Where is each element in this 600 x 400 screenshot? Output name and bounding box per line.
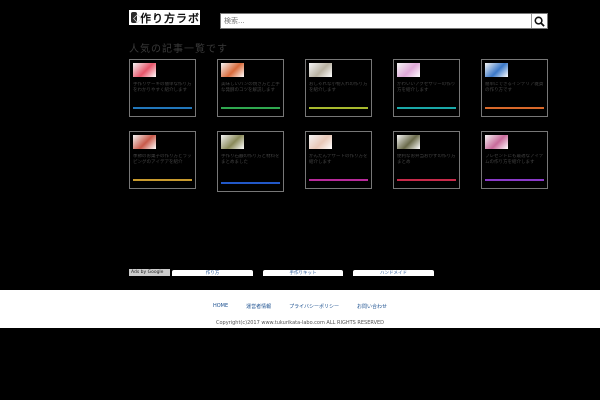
article-title[interactable]: かわいいアクセサリーの作り方を紹介します: [397, 82, 457, 94]
footer-link-privacy[interactable]: プライバシーポリシー: [289, 303, 339, 310]
ad-link-tab[interactable]: 作り方: [172, 270, 253, 276]
section-title: 人気の記事一覧です: [129, 44, 228, 55]
article-thumbnail[interactable]: [485, 135, 508, 149]
ads-by-google-badge[interactable]: Ads by Google: [129, 269, 170, 276]
footer-link-about[interactable]: 運営者情報: [246, 303, 271, 310]
site-logo-text: 作り方ラボ: [140, 11, 200, 25]
ad-link-label: 作り方: [205, 271, 220, 276]
article-title[interactable]: 手作り石鹸の作り方と材料をまとめました: [221, 154, 281, 166]
article-title[interactable]: 簡単にできるインテリア雑貨の作り方です: [485, 82, 545, 94]
footer-link-home[interactable]: HOME: [213, 303, 228, 310]
category-color-bar: [397, 107, 456, 109]
ad-link-label: 手作りキット: [289, 271, 317, 276]
site-logo[interactable]: 作り方ラボ: [129, 10, 200, 25]
category-color-bar: [485, 179, 544, 181]
search-icon: [534, 16, 545, 27]
search-input[interactable]: [221, 14, 531, 28]
article-thumbnail[interactable]: [221, 135, 244, 149]
article-title[interactable]: 手作りケーキの簡単な作り方をわかりやすく紹介します: [133, 82, 193, 94]
copyright-text: Copyright(c)2017 www.tukurikata-labo.com…: [215, 320, 384, 326]
article-thumbnail[interactable]: [309, 135, 332, 149]
article-card[interactable]: 季節のお菓子の作り方とラッピングのアイデアを紹介: [129, 131, 196, 189]
search-bar: [220, 13, 548, 29]
cube-logo-icon: [131, 12, 137, 23]
article-thumbnail[interactable]: [309, 63, 332, 77]
page: 作り方ラボ 人気の記事一覧です 手作りケーキの簡単な作り方をわかりやすく紹介しま…: [0, 0, 600, 400]
category-color-bar: [133, 179, 192, 181]
category-color-bar: [397, 179, 456, 181]
footer: HOME 運営者情報 プライバシーポリシー お問い合わせ Copyright(c…: [0, 290, 600, 328]
article-card[interactable]: 美味しいパンの焼き方と上手な発酵のコツを解説します: [217, 59, 284, 117]
footer-nav: HOME 運営者情報 プライバシーポリシー お問い合わせ: [0, 303, 600, 310]
category-color-bar: [309, 179, 368, 181]
article-thumbnail[interactable]: [397, 63, 420, 77]
category-color-bar: [309, 107, 368, 109]
article-card[interactable]: 手作り石鹸の作り方と材料をまとめました: [217, 131, 284, 192]
article-title[interactable]: おしゃれな小物入れの作り方を紹介します: [309, 82, 369, 94]
category-color-bar: [221, 107, 280, 109]
article-card[interactable]: プレゼントにも最適なアイテムの作り方を紹介します: [481, 131, 548, 189]
search-button[interactable]: [531, 14, 547, 28]
article-card[interactable]: かわいいアクセサリーの作り方を紹介します: [393, 59, 460, 117]
article-card[interactable]: かんたんデザートの作り方を紹介します: [305, 131, 372, 189]
article-title[interactable]: 美味しいパンの焼き方と上手な発酵のコツを解説します: [221, 82, 281, 94]
article-title[interactable]: 便利なお弁当おかずの作り方まとめ: [397, 154, 457, 166]
category-color-bar: [133, 107, 192, 109]
article-thumbnail[interactable]: [133, 135, 156, 149]
article-thumbnail[interactable]: [133, 63, 156, 77]
footer-link-contact[interactable]: お問い合わせ: [357, 303, 387, 310]
article-thumbnail[interactable]: [485, 63, 508, 77]
ad-link-label: ハンドメイド: [380, 271, 407, 276]
ad-link-tab[interactable]: 手作りキット: [263, 270, 343, 276]
ad-link-tab[interactable]: ハンドメイド: [353, 270, 434, 276]
article-card[interactable]: 簡単にできるインテリア雑貨の作り方です: [481, 59, 548, 117]
article-card[interactable]: 手作りケーキの簡単な作り方をわかりやすく紹介します: [129, 59, 196, 117]
category-color-bar: [485, 107, 544, 109]
article-title[interactable]: 季節のお菓子の作り方とラッピングのアイデアを紹介: [133, 154, 193, 166]
article-card[interactable]: 便利なお弁当おかずの作り方まとめ: [393, 131, 460, 189]
article-thumbnail[interactable]: [397, 135, 420, 149]
category-color-bar: [221, 182, 280, 184]
article-card[interactable]: おしゃれな小物入れの作り方を紹介します: [305, 59, 372, 117]
article-title[interactable]: プレゼントにも最適なアイテムの作り方を紹介します: [485, 154, 545, 166]
article-title[interactable]: かんたんデザートの作り方を紹介します: [309, 154, 369, 166]
article-thumbnail[interactable]: [221, 63, 244, 77]
ads-badge-label: Ads by Google: [131, 270, 164, 275]
